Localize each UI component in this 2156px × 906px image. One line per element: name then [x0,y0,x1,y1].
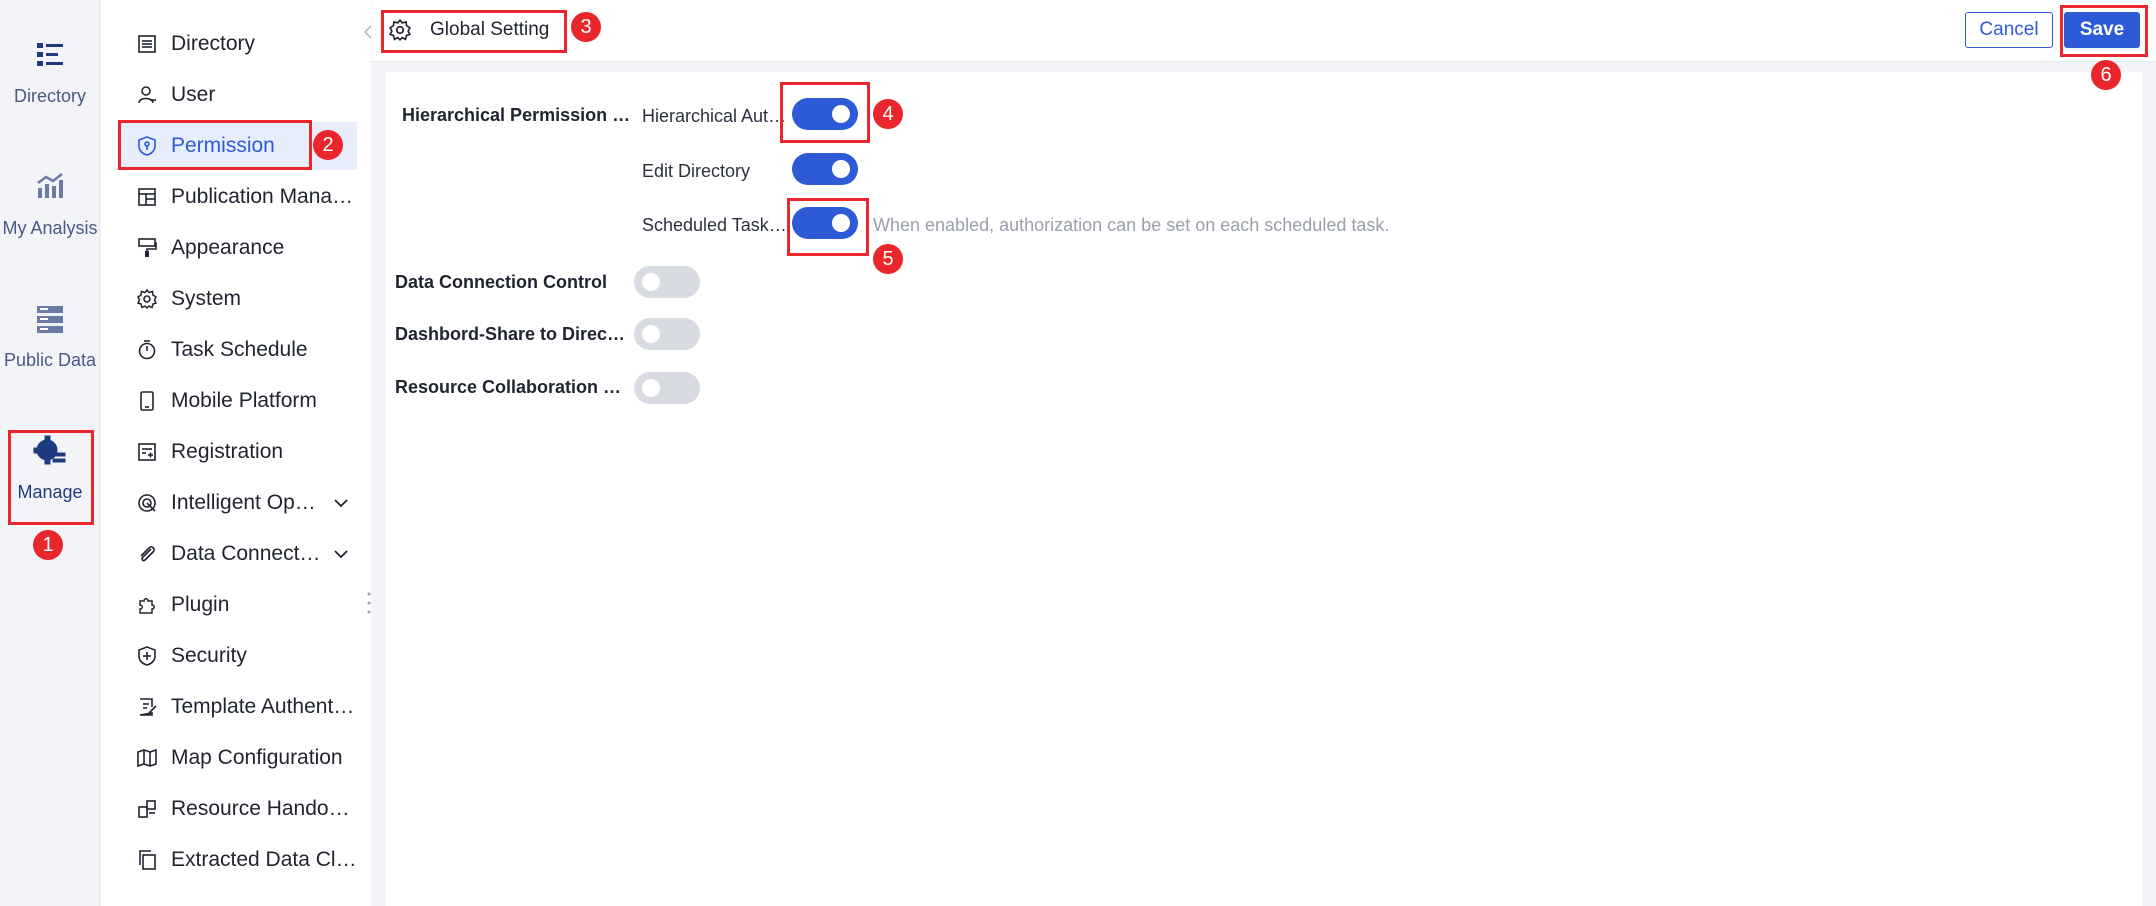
paperclip-icon [136,543,158,565]
sidebar-item-label: Intelligent Operation [171,491,321,514]
resize-handle-icon[interactable] [367,590,371,616]
timer-icon [136,339,158,361]
edit-directory-label: Edit Directory [642,161,751,181]
sidebar-item-label: Resource Handover [171,797,357,820]
cancel-button[interactable]: Cancel [1965,12,2053,48]
gear-icon [388,18,412,42]
database-icon [33,302,67,336]
handover-icon [136,798,158,820]
rail-label-manage: Manage [17,482,83,502]
sidebar-item-label: Registration [171,440,284,463]
sidebar-item-label: Publication Management [171,185,357,208]
rail-label-my-analysis: My Analysis [2,218,98,238]
toggle-knob [832,160,850,178]
map-icon [136,747,158,769]
sidebar-item-label: Extracted Data Cleanup [171,848,357,871]
toggle-knob [832,214,850,232]
step-badge: 1 [33,530,63,560]
scheduled-task-toggle[interactable] [792,207,858,239]
sidebar-item-resource-handover[interactable]: Resource Handover [117,785,357,833]
sidebar-item-label: System [171,287,242,310]
resource-collaboration-label: Resource Collaboration Control [395,377,633,397]
sidebar-item-system[interactable]: System [117,275,357,323]
sidebar-item-label: Mobile Platform [171,389,317,412]
sidebar-item-plugin[interactable]: Plugin [117,581,357,629]
rail-item-public-data[interactable]: Public Data [0,264,100,370]
app-rail: Directory My Analysis Public Data Manage [0,0,100,906]
sidebar-item-appearance[interactable]: Appearance [117,224,357,272]
save-button[interactable]: Save [2064,12,2140,48]
puzzle-icon [136,594,158,616]
step-badge: 6 [2091,60,2121,90]
rail-label-directory: Directory [13,86,86,106]
chevron-down-icon[interactable] [331,493,351,513]
sidebar-item-template-authentication[interactable]: Template Authentication [117,683,357,731]
brush-icon [136,237,158,259]
dashboard-share-label: Dashbord-Share to Directory [395,324,631,344]
sidebar-item-publication-management[interactable]: Publication Management [117,173,357,221]
tab-global-setting[interactable]: Global Setting [380,10,563,50]
hierarchical-auth-toggle[interactable] [792,98,858,130]
sidebar-item-label: Template Authentication [171,695,357,718]
sidebar-item-label: Security [171,644,247,667]
tab-label: Global Setting [430,19,550,40]
shield-icon [136,135,158,157]
sidebar-item-label: Plugin [171,593,230,616]
data-connection-control-label: Data Connection Control [395,272,607,292]
sidebar-item-label: User [171,83,216,106]
sidebar-item-task-schedule[interactable]: Task Schedule [117,326,357,374]
sidebar-item-directory[interactable]: Directory [117,20,357,68]
sidebar-item-label: Appearance [171,236,285,259]
edit-directory-toggle[interactable] [792,153,858,185]
rail-label-public-data: Public Data [3,350,97,370]
user-icon [136,84,158,106]
gear-icon [136,288,158,310]
sidebar-item-label: Task Schedule [171,338,308,361]
copy-icon [136,849,158,871]
toggle-knob [642,379,660,397]
dashboard-share-toggle[interactable] [634,318,700,350]
sidebar-item-intelligent-operation[interactable]: Intelligent Operation [117,479,357,527]
sidebar-item-mobile-platform[interactable]: Mobile Platform [117,377,357,425]
step-badge: 5 [873,244,903,274]
mobile-icon [136,390,158,412]
hierarchical-permission-label: Hierarchical Permission Management [402,105,638,125]
manage-gear-icon [33,434,67,468]
sidebar-item-user[interactable]: User [117,71,357,119]
sidebar-item-extracted-data-cleanup[interactable]: Extracted Data Cleanup [117,836,357,884]
sidebar-item-label: Directory [171,32,256,55]
step-badge: 2 [313,130,343,160]
sidebar-item-security[interactable]: Security [117,632,357,680]
radar-icon [136,492,158,514]
scheduled-task-label: Scheduled Task Authorization [642,215,790,235]
analysis-chart-icon [33,170,67,204]
step-badge: 3 [571,12,601,42]
directory-list-icon [33,38,67,72]
sidebar-item-label: Data Connection [171,542,321,565]
sidebar-item-registration[interactable]: Registration [117,428,357,476]
rail-item-manage[interactable]: Manage [0,396,100,502]
security-shield-icon [136,645,158,667]
rail-item-my-analysis[interactable]: My Analysis [0,132,100,238]
settings-panel: Hierarchical Permission Management Hiera… [386,72,2142,906]
toggle-knob [642,273,660,291]
chevron-down-icon[interactable] [331,544,351,564]
scheduled-task-hint: When enabled, authorization can be set o… [873,215,1390,235]
toggle-knob [832,105,850,123]
resource-collaboration-toggle[interactable] [634,372,700,404]
sidebar-item-map-configuration[interactable]: Map Configuration [117,734,357,782]
toggle-knob [642,325,660,343]
sidebar-item-label: Permission [171,134,275,157]
list-icon [136,33,158,55]
hierarchical-auth-label: Hierarchical Authorization [642,106,794,126]
step-badge: 4 [873,99,903,129]
sidebar-item-label: Map Configuration [171,746,343,769]
rail-item-directory[interactable]: Directory [0,0,100,106]
registration-icon [136,441,158,463]
sidebar-item-data-connection[interactable]: Data Connection [117,530,357,578]
top-bar: Global Setting Cancel Save [372,0,2156,62]
template-icon [136,696,158,718]
data-connection-toggle[interactable] [634,266,700,298]
layout-icon [136,186,158,208]
